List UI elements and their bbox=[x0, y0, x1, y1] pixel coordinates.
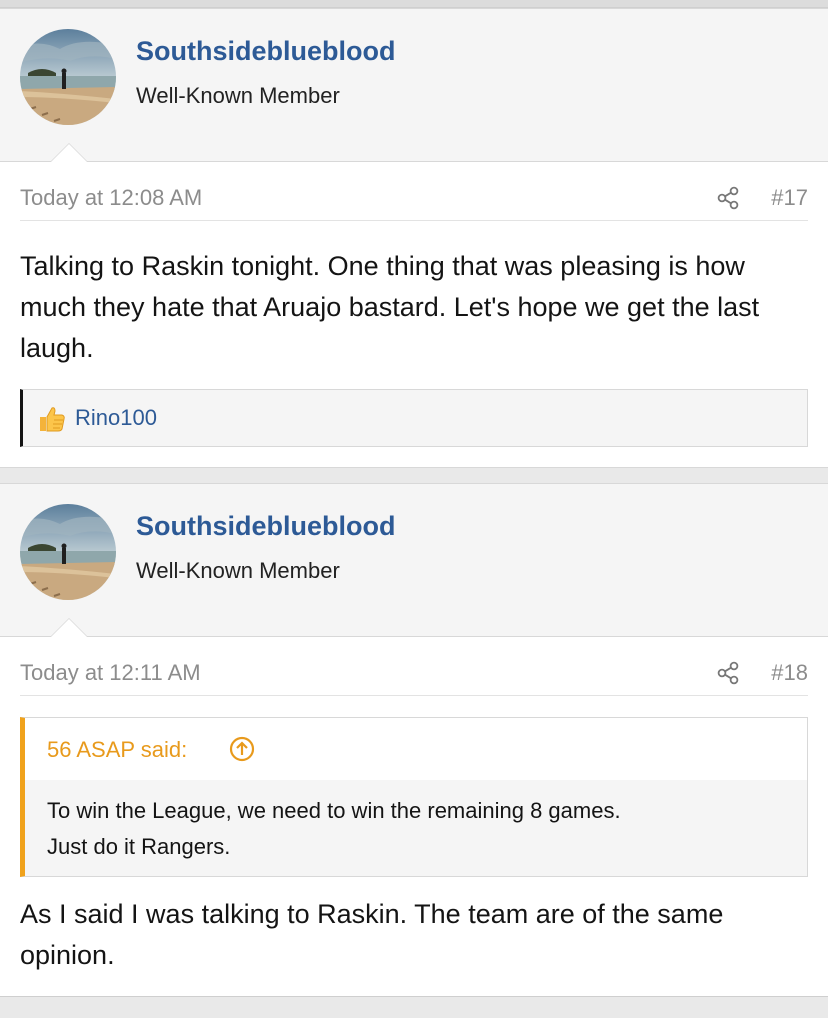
quote-line: To win the League, we need to win the re… bbox=[47, 798, 621, 823]
quote-content: To win the League, we need to win the re… bbox=[25, 780, 807, 876]
share-icon[interactable] bbox=[716, 185, 742, 211]
arrow-up-circle-icon[interactable] bbox=[229, 736, 255, 762]
username[interactable]: Southsideblueblood bbox=[136, 511, 395, 542]
avatar[interactable] bbox=[20, 29, 116, 125]
post-user-header: Southsideblueblood Well-Known Member bbox=[0, 9, 828, 162]
post-body: Talking to Raskin tonight. One thing tha… bbox=[20, 251, 760, 363]
post-number-link[interactable]: #17 bbox=[771, 185, 808, 211]
post-meta: Today at 12:08 AM #17 bbox=[20, 185, 808, 221]
post-body: As I said I was talking to Raskin. The t… bbox=[20, 899, 724, 970]
quote-header: 56 ASAP said: bbox=[25, 718, 807, 780]
post-timestamp[interactable]: Today at 12:11 AM bbox=[20, 660, 201, 686]
post-18: Southsideblueblood Well-Known Member Tod… bbox=[0, 483, 828, 997]
quote-line: Just do it Rangers. bbox=[47, 834, 231, 859]
post-user-header: Southsideblueblood Well-Known Member bbox=[0, 484, 828, 637]
user-title: Well-Known Member bbox=[136, 558, 340, 583]
user-title: Well-Known Member bbox=[136, 83, 340, 108]
post-meta: Today at 12:11 AM #18 bbox=[20, 660, 808, 696]
avatar[interactable] bbox=[20, 504, 116, 600]
post-timestamp[interactable]: Today at 12:08 AM bbox=[20, 185, 202, 211]
post-number-link[interactable]: #18 bbox=[771, 660, 808, 686]
page-top-bar bbox=[0, 0, 828, 8]
quote-author[interactable]: 56 ASAP said: bbox=[47, 737, 187, 763]
share-icon[interactable] bbox=[716, 660, 742, 686]
post-17: Southsideblueblood Well-Known Member Tod… bbox=[0, 8, 828, 468]
thumbs-up-icon bbox=[37, 404, 67, 434]
page-bottom-bar bbox=[0, 996, 828, 1018]
reactions-bar[interactable]: Rino100 bbox=[20, 389, 808, 447]
username[interactable]: Southsideblueblood bbox=[136, 36, 395, 67]
reaction-user-link[interactable]: Rino100 bbox=[75, 405, 157, 431]
quote-block: 56 ASAP said: To win the League, we need… bbox=[20, 717, 808, 877]
